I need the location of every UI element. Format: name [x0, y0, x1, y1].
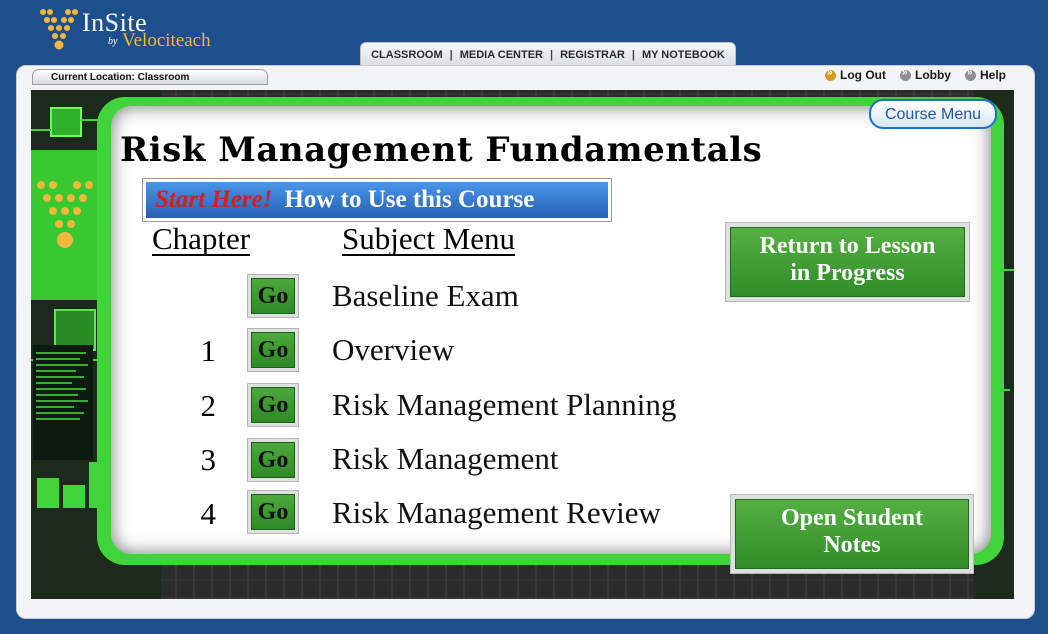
nav-separator: | — [449, 49, 453, 61]
lobby-arrow-icon — [899, 67, 911, 81]
go-label: Go — [251, 442, 295, 478]
top-navigation: CLASSROOM | MEDIA CENTER | REGISTRAR | M… — [360, 42, 736, 67]
go-button-baseline-exam[interactable]: Go — [247, 274, 299, 318]
nav-my-notebook[interactable]: MY NOTEBOOK — [642, 49, 725, 61]
chapter-number: 3 — [200, 442, 217, 477]
chapter-header: Chapter — [152, 221, 251, 256]
subject-menu-header: Subject Menu — [342, 221, 516, 256]
insite-logo: InSite by Velociteach — [40, 6, 240, 56]
help-label: Help — [979, 68, 1006, 82]
go-button-risk-management[interactable]: Go — [247, 438, 299, 482]
go-label: Go — [251, 494, 295, 530]
nav-separator: | — [631, 49, 635, 61]
chapter-number: 4 — [200, 496, 217, 531]
subject-risk-management-planning: Risk Management Planning — [332, 387, 677, 422]
notes-line-1: Open Student — [780, 505, 924, 531]
go-label: Go — [251, 387, 295, 423]
start-here-label: Start Here! — [155, 186, 273, 213]
course-title: Risk Management Fundamentals — [120, 130, 763, 170]
utility-links: Log Out Lobby Help — [825, 67, 1006, 82]
logout-arrow-icon — [825, 67, 836, 81]
return-line-1: Return to Lesson — [759, 233, 936, 259]
course-menu-button[interactable]: Course Menu — [869, 99, 997, 129]
go-button-risk-management-planning[interactable]: Go — [247, 383, 299, 427]
start-here-button[interactable]: Start Here! How to Use this Course — [142, 178, 612, 222]
nav-separator: | — [550, 49, 554, 61]
velociteach-v-icon — [40, 9, 78, 50]
notes-line-2: Notes — [823, 532, 881, 558]
chapter-number: 1 — [200, 333, 217, 368]
go-label: Go — [251, 332, 295, 368]
lobby-label: Lobby — [914, 68, 951, 82]
brand-company: Velociteach — [122, 30, 211, 51]
help-link[interactable]: Help — [964, 67, 1006, 82]
return-line-2: in Progress — [790, 260, 905, 286]
nav-media-center[interactable]: MEDIA CENTER — [460, 49, 543, 61]
return-to-lesson-label: Return to Lesson in Progress — [730, 227, 965, 297]
return-to-lesson-button[interactable]: Return to Lesson in Progress — [725, 222, 970, 302]
open-notes-label: Open Student Notes — [735, 499, 969, 569]
go-button-risk-management-review[interactable]: Go — [247, 490, 299, 534]
course-stage: Risk Management Fundamentals Course Menu… — [31, 90, 1014, 599]
help-arrow-icon — [964, 67, 976, 81]
brand-by: by — [108, 36, 118, 47]
course-card — [111, 106, 991, 554]
subject-risk-management: Risk Management — [332, 441, 559, 476]
subject-risk-management-review: Risk Management Review — [332, 495, 661, 530]
go-button-overview[interactable]: Go — [247, 328, 299, 372]
open-student-notes-button[interactable]: Open Student Notes — [730, 494, 974, 574]
go-label: Go — [251, 278, 295, 314]
subject-overview: Overview — [332, 332, 455, 367]
logout-label: Log Out — [840, 68, 886, 82]
lobby-link[interactable]: Lobby — [899, 67, 951, 82]
nav-classroom[interactable]: CLASSROOM — [371, 49, 443, 61]
logout-link[interactable]: Log Out — [825, 67, 886, 82]
chapter-number: 2 — [200, 388, 217, 423]
subject-baseline-exam: Baseline Exam — [332, 278, 519, 313]
how-to-use-label: How to Use this Course — [284, 186, 535, 213]
current-location: Current Location: Classroom — [32, 69, 268, 85]
nav-registrar[interactable]: REGISTRAR — [560, 49, 625, 61]
